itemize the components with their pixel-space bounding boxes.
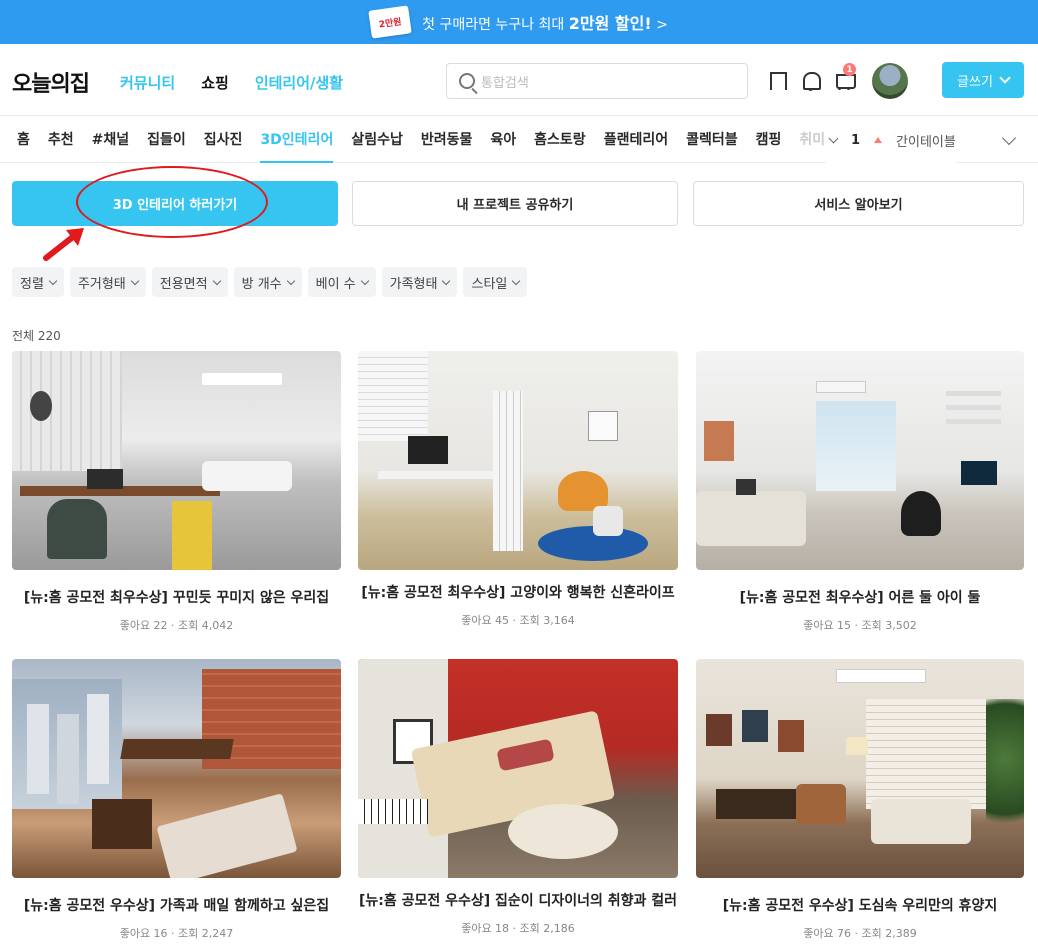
subnav-item-home[interactable]: 홈 [17,117,30,163]
chevron-down-icon [360,276,369,285]
project-card[interactable]: [뉴:홈 공모전 우수상] 집순이 디자이너의 취향과 컬러 좋아요 18 · … [358,659,678,936]
write-button-label: 글쓰기 [957,74,993,90]
search-input[interactable]: 통합검색 [446,63,748,99]
filter-label: 스타일 [471,276,508,292]
coupon-badge-icon: 2만원 [368,5,412,39]
nav-interior[interactable]: 인테리어/생활 [255,72,343,93]
subnav-item-collectible[interactable]: 콜렉터블 [686,117,738,163]
filter-family-type[interactable]: 가족형태 [381,267,458,297]
subnav-item-photos[interactable]: 집사진 [204,117,243,163]
subnav-item-hobby[interactable]: 취미 [799,117,825,163]
card-meta: 좋아요 22 · 조회 4,042 [119,619,234,632]
rank-up-icon [874,137,883,143]
subnav-item-3d-interior[interactable]: 3D인테리어 [260,117,333,163]
card-thumbnail[interactable] [12,659,341,878]
main-nav: 커뮤니티 쇼핑 인테리어/생활 [120,72,343,93]
subnav-item-planterior[interactable]: 플랜테리어 [604,117,668,163]
card-meta: 좋아요 15 · 조회 3,502 [803,619,917,632]
subnav-item-housewarming[interactable]: 집들이 [147,117,186,163]
chevron-down-icon [828,133,839,143]
search-icon [459,73,475,89]
sub-nav-items: 홈 추천 #채널 집들이 집사진 3D인테리어 살림수납 반려동물 육아 홈스토… [17,117,825,163]
project-card[interactable]: [뉴:홈 공모전 우수상] 가족과 매일 함께하고 싶은집 좋아요 16 · 조… [12,659,341,941]
subnav-item-parenting[interactable]: 육아 [490,117,516,163]
project-card[interactable]: [뉴:홈 공모전 최우수상] 어른 둘 아이 둘 좋아요 15 · 조회 3,5… [696,351,1024,633]
rank-number: 1 [851,132,861,148]
filter-label: 전용면적 [159,276,208,292]
card-title[interactable]: [뉴:홈 공모전 우수상] 집순이 디자이너의 취향과 컬러 [358,890,678,910]
annotation-arrow-icon [43,228,84,261]
sub-nav: 홈 추천 #채널 집들이 집사진 3D인테리어 살림수납 반려동물 육아 홈스토… [0,117,1038,163]
subnav-item-channel[interactable]: #채널 [92,117,130,163]
filter-bar: 정렬 주거형태 전용면적 방 개수 베이 수 가족형태 스타일 [12,267,528,297]
filter-sort[interactable]: 정렬 [12,267,64,297]
bookmark-icon[interactable] [766,70,788,92]
filter-room-count[interactable]: 방 개수 [233,267,302,297]
chevron-down-icon [212,276,221,285]
filter-label: 가족형태 [389,276,438,292]
filter-area[interactable]: 전용면적 [151,267,228,297]
nav-community[interactable]: 커뮤니티 [120,72,175,93]
filter-housing-type[interactable]: 주거형태 [69,267,146,297]
card-meta: 좋아요 18 · 조회 2,186 [461,922,575,935]
expand-chevron-icon[interactable] [1001,130,1017,146]
write-button[interactable]: 글쓰기 [942,62,1024,98]
filter-style[interactable]: 스타일 [463,267,528,297]
learn-service-button[interactable]: 서비스 알아보기 [693,181,1024,226]
avatar[interactable] [872,63,908,99]
chevron-down-icon [48,276,58,285]
chevron-down-icon [286,276,295,285]
share-project-button[interactable]: 내 프로젝트 공유하기 [352,181,678,226]
nav-shopping[interactable]: 쇼핑 [201,72,229,93]
header: 오늘의집 커뮤니티 쇼핑 인테리어/생활 통합검색 1 글쓰기 [0,44,1038,116]
subnav-item-storage[interactable]: 살림수납 [351,117,403,163]
bell-icon[interactable] [800,70,822,92]
card-thumbnail[interactable] [358,351,678,570]
card-thumbnail[interactable] [696,659,1024,878]
filter-label: 베이 수 [315,276,356,292]
card-title[interactable]: [뉴:홈 공모전 우수상] 도심속 우리만의 휴양지 [696,895,1024,915]
project-card[interactable]: [뉴:홈 공모전 최우수상] 꾸민듯 꾸미지 않은 우리집 좋아요 22 · 조… [12,351,341,633]
card-meta: 좋아요 45 · 조회 3,164 [461,614,575,627]
card-title[interactable]: [뉴:홈 공모전 우수상] 가족과 매일 함께하고 싶은집 [12,895,341,915]
chevron-down-icon [130,276,140,285]
card-thumbnail[interactable] [12,351,341,570]
card-thumbnail[interactable] [696,351,1024,570]
banner-chevron-icon: > [656,17,668,33]
filter-label: 정렬 [20,276,44,292]
subnav-item-camping[interactable]: 캠핑 [756,117,782,163]
promo-banner[interactable]: 2만원 첫 구매라면 누구나 최대 2만원 할인! > [0,0,1038,44]
rank-keyword: 간이테이블 [896,134,956,150]
chevron-down-icon [442,276,451,285]
subnav-item-homerestaurant[interactable]: 홈스토랑 [534,117,586,163]
filter-label: 주거형태 [77,276,126,292]
total-count: 전체 220 [12,329,61,343]
card-title[interactable]: [뉴:홈 공모전 최우수상] 꾸민듯 꾸미지 않은 우리집 [12,587,341,607]
subnav-item-pets[interactable]: 반려동물 [421,117,473,163]
banner-text: 첫 구매라면 누구나 최대 2만원 할인! > [422,10,668,34]
banner-text-bold: 2만원 할인! [568,14,652,33]
card-title[interactable]: [뉴:홈 공모전 최우수상] 고양이와 행복한 신혼라이프 [358,582,678,602]
card-meta: 좋아요 76 · 조회 2,389 [803,927,917,940]
cart-count-badge: 1 [843,63,856,76]
card-meta: 좋아요 16 · 조회 2,247 [119,927,234,940]
project-card[interactable]: [뉴:홈 공모전 우수상] 도심속 우리만의 휴양지 좋아요 76 · 조회 2… [696,659,1024,941]
logo[interactable]: 오늘의집 [12,66,90,98]
chevron-down-icon [512,276,521,285]
annotation-ellipse [76,166,268,238]
card-title[interactable]: [뉴:홈 공모전 최우수상] 어른 둘 아이 둘 [696,587,1024,607]
chevron-down-icon [999,72,1011,84]
search-placeholder: 통합검색 [481,75,529,91]
filter-label: 방 개수 [241,276,282,292]
popular-search-ranking[interactable]: 1 간이테이블 [826,117,956,163]
subnav-item-recommend[interactable]: 추천 [48,117,74,163]
filter-bay-count[interactable]: 베이 수 [307,267,376,297]
card-thumbnail[interactable] [358,659,678,878]
project-card[interactable]: [뉴:홈 공모전 최우수상] 고양이와 행복한 신혼라이프 좋아요 45 · 조… [358,351,678,628]
banner-text-prefix: 첫 구매라면 누구나 최대 [422,17,569,33]
